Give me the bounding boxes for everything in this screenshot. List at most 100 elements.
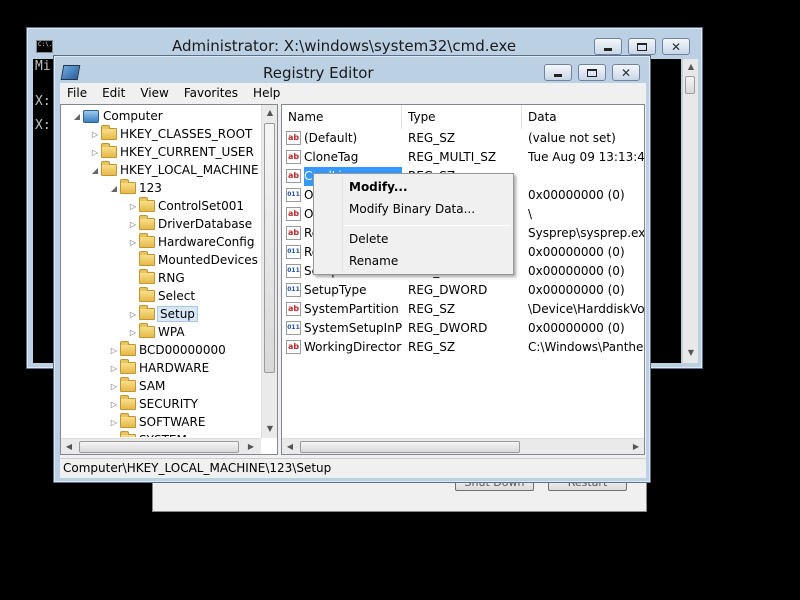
regedit-maximize-button[interactable] (578, 64, 606, 81)
scroll-right-icon[interactable]: ▶ (243, 439, 259, 454)
menu-help[interactable]: Help (246, 86, 288, 100)
tree-node-hkey-classes-root[interactable]: ▷ HKEY_CLASSES_ROOT (89, 125, 252, 143)
expand-icon[interactable]: ▷ (108, 382, 120, 391)
tree-vscroll-thumb[interactable] (264, 123, 275, 373)
expand-icon[interactable]: ▷ (127, 238, 139, 247)
value-row[interactable]: ab SystemPartition REG_SZ \Device\HarddiskV… (286, 300, 644, 319)
expand-icon[interactable]: ▷ (89, 148, 101, 157)
string-value-icon: ab (286, 302, 301, 316)
cmd-scrollbar[interactable]: ▲ ▼ (682, 59, 698, 363)
tree-label: SOFTWARE (139, 415, 206, 429)
context-menu-delete[interactable]: Delete (316, 228, 511, 250)
value-data: 0x00000000 (0) (528, 188, 625, 202)
menu-edit[interactable]: Edit (95, 86, 133, 100)
tree-hscroll-thumb[interactable] (79, 441, 239, 453)
scroll-left-icon[interactable]: ◀ (282, 439, 298, 454)
menu-file[interactable]: File (60, 86, 95, 100)
list-horizontal-scrollbar[interactable]: ◀ ▶ (282, 438, 644, 454)
value-data: \Device\HarddiskVolu (528, 302, 644, 316)
tree-node-hkey-local-machine[interactable]: ◢ HKEY_LOCAL_MACHINE (89, 161, 259, 179)
tree-node-hardware[interactable]: ▷ HARDWARE (108, 359, 209, 377)
expand-icon[interactable]: ▷ (89, 130, 101, 139)
expand-icon[interactable]: ▷ (108, 346, 120, 355)
list-hscroll-thumb[interactable] (300, 441, 520, 453)
value-row[interactable]: ab WorkingDirectory REG_SZ C:\Windows\Panth… (286, 338, 644, 357)
values-list[interactable]: Name Type Data ab (Default) REG_SZ (value n… (281, 104, 645, 455)
column-header-name[interactable]: Name (282, 105, 402, 129)
tree-label-selected: Setup (157, 306, 198, 322)
folder-icon (120, 341, 136, 356)
tree-node-computer[interactable]: ◢ Computer (71, 107, 163, 125)
close-icon: ✕ (670, 39, 682, 54)
expand-icon[interactable]: ▷ (127, 202, 139, 211)
expand-icon[interactable]: ▷ (108, 364, 120, 373)
tree-label: DriverDatabase (158, 217, 253, 231)
tree-label: RNG (158, 271, 185, 285)
value-row[interactable]: abCloneTag REG_MULTI_SZ Tue Aug 09 13:13:4… (286, 148, 644, 167)
column-header-type[interactable]: Type (402, 105, 522, 129)
tree-node-controlset001[interactable]: ▷ ControlSet001 (127, 197, 244, 215)
expand-icon[interactable]: ▷ (127, 328, 139, 337)
context-menu-rename[interactable]: Rename (316, 250, 511, 272)
value-data: Tue Aug 09 13:13:40 2 (528, 150, 644, 164)
regedit-close-button[interactable]: ✕ (612, 64, 640, 81)
scroll-down-icon[interactable]: ▼ (262, 421, 277, 437)
tree-vertical-scrollbar[interactable]: ▲ ▼ (261, 105, 277, 438)
scroll-up-icon[interactable]: ▲ (262, 105, 277, 121)
tree-node-bcd00000000[interactable]: ▷ BCD00000000 (108, 341, 226, 359)
string-value-icon: ab (286, 150, 301, 164)
cmd-maximize-button[interactable] (628, 38, 656, 55)
collapse-icon[interactable]: ◢ (89, 166, 101, 175)
tree-node-mounteddevices[interactable]: MountedDevices (127, 251, 258, 269)
context-menu-modify[interactable]: Modify... (316, 176, 511, 198)
value-row[interactable]: ab (Default) REG_SZ (value not set) (286, 129, 644, 148)
regedit-minimize-button[interactable] (544, 64, 572, 81)
value-type: REG_SZ (408, 131, 456, 145)
expand-icon[interactable]: ▷ (127, 220, 139, 229)
value-type: REG_SZ (408, 302, 456, 316)
binary-value-icon: 011 (286, 283, 301, 297)
tree-node-hardwareconfig[interactable]: ▷ HardwareConfig (127, 233, 254, 251)
tree-node-select[interactable]: Select (127, 287, 195, 305)
column-header-data[interactable]: Data (522, 105, 644, 129)
tree-node-driverdatabase[interactable]: ▷ DriverDatabase (127, 215, 252, 233)
tree-node-rng[interactable]: RNG (127, 269, 185, 287)
folder-icon (120, 413, 136, 428)
tree-horizontal-scrollbar[interactable]: ◀ ▶ (61, 438, 261, 454)
registry-editor-title: Registry Editor (263, 64, 374, 82)
value-row[interactable]: 011SystemSetupInProgress REG_DWORD 0x00000… (286, 319, 644, 338)
context-menu-separator (344, 225, 510, 226)
cmd-scroll-thumb[interactable] (685, 76, 695, 94)
scroll-up-icon[interactable]: ▲ (683, 59, 699, 75)
expand-icon[interactable]: ▷ (108, 400, 120, 409)
expand-icon[interactable]: ▷ (127, 310, 139, 319)
collapse-icon[interactable]: ◢ (108, 184, 120, 193)
cmd-minimize-button[interactable] (594, 38, 622, 55)
value-name: WorkingDirectory (304, 340, 402, 354)
cmd-line: X: (35, 94, 51, 109)
tree-node-hkey-current-user[interactable]: ▷ HKEY_CURRENT_USER (89, 143, 254, 161)
tree-node-setup[interactable]: ▷ Setup (127, 305, 198, 323)
tree-node-security[interactable]: ▷ SECURITY (108, 395, 198, 413)
binary-value-icon: 011 (286, 264, 301, 278)
scroll-right-icon[interactable]: ▶ (628, 439, 644, 454)
tree-label: BCD00000000 (139, 343, 226, 357)
tree-node-123[interactable]: ◢ 123 (108, 179, 162, 197)
tree-node-sam[interactable]: ▷ SAM (108, 377, 165, 395)
string-value-icon: ab (286, 169, 301, 183)
value-row[interactable]: 011 SetupType REG_DWORD 0x00000000 (0) (286, 281, 644, 300)
menu-favorites[interactable]: Favorites (177, 86, 246, 100)
collapse-icon[interactable]: ◢ (71, 112, 83, 121)
tree-label: SECURITY (139, 397, 198, 411)
context-menu-modify-binary[interactable]: Modify Binary Data... (316, 198, 511, 220)
cmd-close-button[interactable]: ✕ (662, 38, 690, 55)
scroll-left-icon[interactable]: ◀ (61, 439, 77, 454)
value-name: SystemPartition (304, 302, 399, 316)
scroll-down-icon[interactable]: ▼ (683, 345, 699, 361)
menu-view[interactable]: View (133, 86, 176, 100)
tree-node-software[interactable]: ▷ SOFTWARE (108, 413, 205, 431)
expand-icon[interactable]: ▷ (108, 418, 120, 427)
value-data (528, 167, 644, 186)
key-tree[interactable]: ◢ Computer ▷ HKEY_CLASSES_ROOT ▷ HKEY_CU… (60, 104, 278, 455)
tree-node-wpa[interactable]: ▷ WPA (127, 323, 185, 341)
